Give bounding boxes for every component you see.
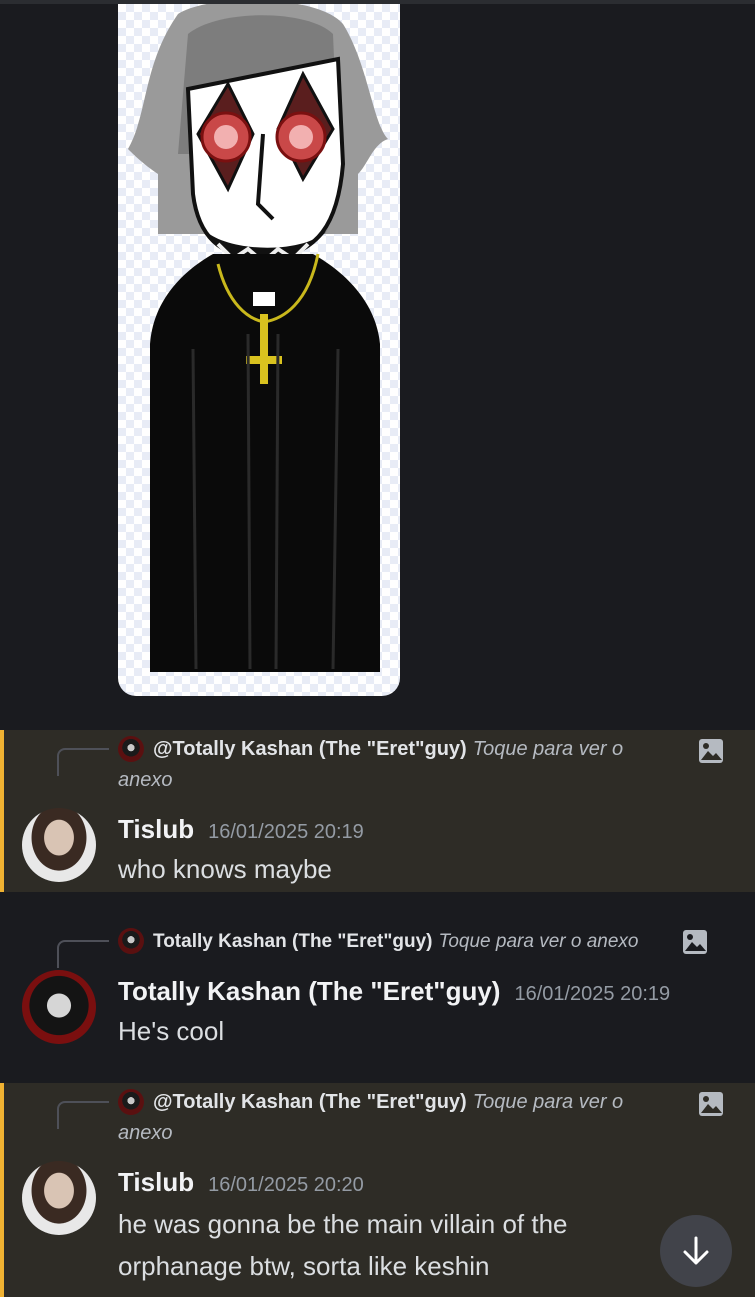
author-name[interactable]: Tislub bbox=[118, 1167, 194, 1197]
reply-author[interactable]: Totally Kashan (The "Eret"guy) bbox=[153, 931, 432, 952]
mention-highlight-bar bbox=[0, 1083, 4, 1297]
reply-preview[interactable]: @Totally Kashan (The "Eret"guy) Toque par… bbox=[118, 1087, 678, 1149]
avatar[interactable] bbox=[22, 1161, 96, 1235]
character-illustration bbox=[128, 4, 388, 672]
message-content: He's cool bbox=[118, 1016, 225, 1046]
image-icon bbox=[682, 929, 708, 955]
author-name[interactable]: Totally Kashan (The "Eret"guy) bbox=[118, 976, 500, 1006]
reply-attachment-hint: Toque para ver o anexo bbox=[438, 931, 639, 952]
avatar[interactable] bbox=[22, 970, 96, 1044]
reply-author[interactable]: @Totally Kashan (The "Eret"guy) bbox=[153, 1091, 467, 1113]
message-author[interactable]: Totally Kashan (The "Eret"guy) 16/01/2025… bbox=[118, 976, 670, 1007]
message-2[interactable]: Totally Kashan (The "Eret"guy) Toque para… bbox=[0, 922, 755, 1062]
message-content: who knows maybe bbox=[118, 854, 332, 884]
message-1[interactable]: @Totally Kashan (The "Eret"guy) Toque par… bbox=[0, 730, 755, 892]
message-content: he was gonna be the main villain of the … bbox=[118, 1209, 568, 1281]
reply-preview[interactable]: Totally Kashan (The "Eret"guy) Toque para… bbox=[118, 926, 639, 957]
image-icon bbox=[698, 738, 724, 764]
author-name[interactable]: Tislub bbox=[118, 814, 194, 844]
message-timestamp: 16/01/2025 20:20 bbox=[208, 1174, 364, 1196]
reply-author[interactable]: @Totally Kashan (The "Eret"guy) bbox=[153, 738, 467, 760]
reply-connector bbox=[57, 1101, 109, 1129]
avatar[interactable] bbox=[22, 808, 96, 882]
reply-connector bbox=[57, 748, 109, 776]
image-icon bbox=[698, 1091, 724, 1117]
reply-preview[interactable]: @Totally Kashan (The "Eret"guy) Toque par… bbox=[118, 734, 678, 796]
message-timestamp: 16/01/2025 20:19 bbox=[208, 821, 364, 843]
message-author[interactable]: Tislub 16/01/2025 20:19 bbox=[118, 814, 364, 845]
jump-to-latest-button[interactable] bbox=[660, 1215, 732, 1287]
message-3[interactable]: @Totally Kashan (The "Eret"guy) Toque par… bbox=[0, 1083, 755, 1297]
arrow-down-icon bbox=[683, 1236, 709, 1265]
message-author[interactable]: Tislub 16/01/2025 20:20 bbox=[118, 1167, 364, 1198]
message-timestamp: 16/01/2025 20:19 bbox=[514, 983, 671, 1005]
image-attachment[interactable] bbox=[118, 4, 400, 696]
mention-highlight-bar bbox=[0, 730, 4, 892]
reply-connector bbox=[57, 940, 109, 968]
